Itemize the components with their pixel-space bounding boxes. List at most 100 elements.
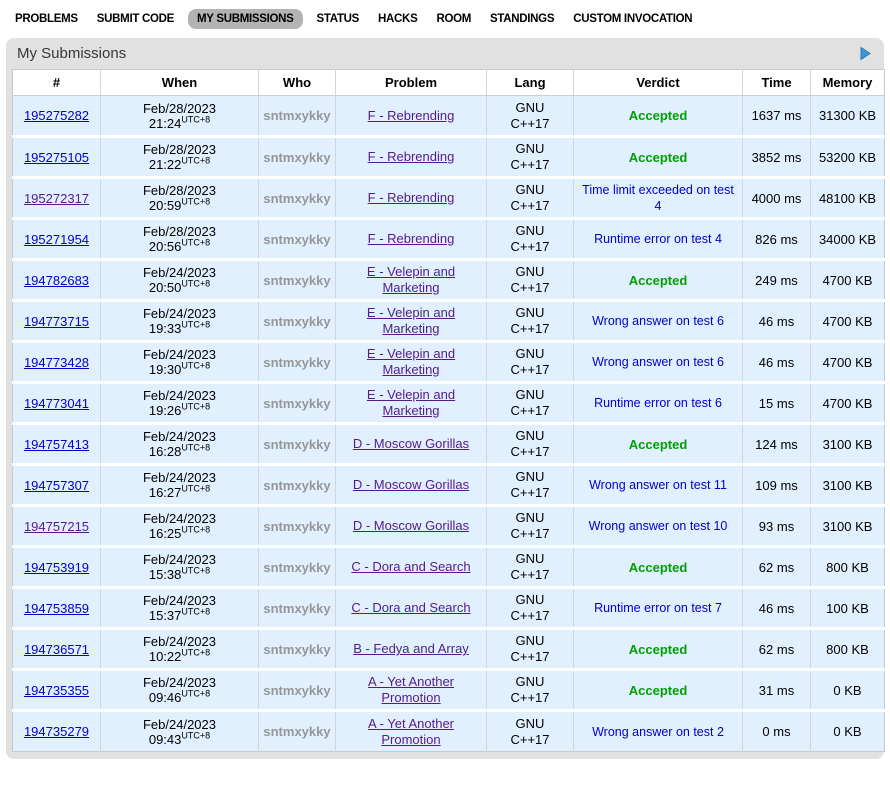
table-row: 195275105Feb/28/202321:22UTC+8sntmxykkyF…	[13, 137, 885, 178]
submission-time: 16:28UTC+8	[104, 444, 255, 459]
submission-time: 15:37UTC+8	[104, 608, 255, 623]
user-handle-link[interactable]: sntmxykky	[263, 355, 330, 370]
time-cell: 1637 ms	[743, 96, 811, 137]
user-handle-link[interactable]: sntmxykky	[263, 601, 330, 616]
problem-link[interactable]: A - Yet Another Promotion	[341, 674, 481, 706]
submission-id-link[interactable]: 194753859	[24, 601, 89, 616]
problem-link[interactable]: F - Rebrending	[368, 149, 455, 165]
language-label: GNU C++17	[504, 469, 556, 501]
nav-tab-custom-invocation[interactable]: CUSTOM INVOCATION	[568, 9, 697, 29]
submission-id-link[interactable]: 194757215	[24, 519, 89, 534]
submission-id-link[interactable]: 194757307	[24, 478, 89, 493]
nav-tab-status[interactable]: STATUS	[312, 9, 365, 29]
submission-id-link[interactable]: 194773715	[24, 314, 89, 329]
caption-bar: My Submissions	[12, 43, 878, 69]
memory-cell: 100 KB	[811, 588, 885, 629]
timezone-label: UTC+8	[181, 320, 210, 330]
nav-tab-room[interactable]: ROOM	[431, 9, 476, 29]
submission-date: Feb/24/2023	[104, 552, 255, 567]
problem-cell: A - Yet Another Promotion	[336, 670, 487, 711]
memory-cell: 31300 KB	[811, 96, 885, 137]
verdict-cell: Wrong answer on test 2	[574, 711, 743, 752]
submission-id-link[interactable]: 194773428	[24, 355, 89, 370]
problem-link[interactable]: C - Dora and Search	[351, 600, 470, 616]
table-row: 194757215Feb/24/202316:25UTC+8sntmxykkyD…	[13, 506, 885, 547]
submission-id-link[interactable]: 194736571	[24, 642, 89, 657]
who-cell: sntmxykky	[259, 711, 336, 752]
submission-id-link[interactable]: 195275105	[24, 150, 89, 165]
submission-id-link[interactable]: 194735355	[24, 683, 89, 698]
user-handle-link[interactable]: sntmxykky	[263, 150, 330, 165]
user-handle-link[interactable]: sntmxykky	[263, 519, 330, 534]
problem-link[interactable]: B - Fedya and Array	[353, 641, 469, 657]
verdict-label: Wrong answer on test 2	[592, 724, 724, 740]
verdict-cell: Wrong answer on test 6	[574, 301, 743, 342]
submission-date: Feb/24/2023	[104, 429, 255, 444]
language-label: GNU C++17	[504, 633, 556, 665]
user-handle-link[interactable]: sntmxykky	[263, 232, 330, 247]
user-handle-link[interactable]: sntmxykky	[263, 191, 330, 206]
column-header-memory: Memory	[811, 70, 885, 96]
problem-cell: A - Yet Another Promotion	[336, 711, 487, 752]
problem-link[interactable]: F - Rebrending	[368, 108, 455, 124]
problem-link[interactable]: E - Velepin and Marketing	[341, 305, 481, 337]
nav-tab-submit-code[interactable]: SUBMIT CODE	[92, 9, 179, 29]
verdict-cell: Wrong answer on test 11	[574, 465, 743, 506]
problem-link[interactable]: D - Moscow Gorillas	[353, 436, 469, 452]
user-handle-link[interactable]: sntmxykky	[263, 314, 330, 329]
nav-tab-problems[interactable]: PROBLEMS	[10, 9, 83, 29]
verdict-cell: Wrong answer on test 10	[574, 506, 743, 547]
problem-link[interactable]: A - Yet Another Promotion	[341, 716, 481, 748]
problem-cell: E - Velepin and Marketing	[336, 260, 487, 301]
submission-date: Feb/24/2023	[104, 511, 255, 526]
verdict-cell: Accepted	[574, 260, 743, 301]
verdict-cell: Runtime error on test 4	[574, 219, 743, 260]
user-handle-link[interactable]: sntmxykky	[263, 437, 330, 452]
problem-link[interactable]: F - Rebrending	[368, 231, 455, 247]
nav-tab-my-submissions[interactable]: MY SUBMISSIONS	[188, 9, 303, 29]
verdict-cell: Accepted	[574, 629, 743, 670]
problem-cell: E - Velepin and Marketing	[336, 342, 487, 383]
nav-tab-standings[interactable]: STANDINGS	[485, 9, 559, 29]
submissions-table: #WhenWhoProblemLangVerdictTimeMemory 195…	[12, 69, 885, 752]
problem-link[interactable]: E - Velepin and Marketing	[341, 387, 481, 419]
when-cell: Feb/24/202319:26UTC+8	[101, 383, 259, 424]
expand-arrow-icon[interactable]	[859, 46, 872, 61]
user-handle-link[interactable]: sntmxykky	[263, 396, 330, 411]
problem-link[interactable]: C - Dora and Search	[351, 559, 470, 575]
when-cell: Feb/24/202319:33UTC+8	[101, 301, 259, 342]
user-handle-link[interactable]: sntmxykky	[263, 273, 330, 288]
submission-id-link[interactable]: 194735279	[24, 724, 89, 739]
submission-id-link[interactable]: 194757413	[24, 437, 89, 452]
submission-id-link[interactable]: 194773041	[24, 396, 89, 411]
submission-id-link[interactable]: 195271954	[24, 232, 89, 247]
language-label: GNU C++17	[504, 182, 556, 214]
problem-link[interactable]: E - Velepin and Marketing	[341, 264, 481, 296]
submission-id-cell: 194773715	[13, 301, 101, 342]
who-cell: sntmxykky	[259, 424, 336, 465]
user-handle-link[interactable]: sntmxykky	[263, 560, 330, 575]
submission-id-link[interactable]: 194782683	[24, 273, 89, 288]
submission-time: 09:46UTC+8	[104, 690, 255, 705]
nav-tab-hacks[interactable]: HACKS	[373, 9, 422, 29]
verdict-label: Runtime error on test 4	[594, 231, 722, 247]
time-cell: 46 ms	[743, 588, 811, 629]
submission-id-link[interactable]: 195275282	[24, 108, 89, 123]
problem-link[interactable]: D - Moscow Gorillas	[353, 518, 469, 534]
user-handle-link[interactable]: sntmxykky	[263, 478, 330, 493]
problem-link[interactable]: F - Rebrending	[368, 190, 455, 206]
user-handle-link[interactable]: sntmxykky	[263, 683, 330, 698]
submission-date: Feb/28/2023	[104, 224, 255, 239]
memory-cell: 4700 KB	[811, 301, 885, 342]
user-handle-link[interactable]: sntmxykky	[263, 724, 330, 739]
user-handle-link[interactable]: sntmxykky	[263, 108, 330, 123]
problem-link[interactable]: E - Velepin and Marketing	[341, 346, 481, 378]
submission-id-link[interactable]: 194753919	[24, 560, 89, 575]
user-handle-link[interactable]: sntmxykky	[263, 642, 330, 657]
submission-id-link[interactable]: 195272317	[24, 191, 89, 206]
when-cell: Feb/24/202309:43UTC+8	[101, 711, 259, 752]
problem-link[interactable]: D - Moscow Gorillas	[353, 477, 469, 493]
table-row: 194757413 Feb/24/202316:28UTC+8 sntmxykky D…	[13, 424, 885, 465]
problem-cell: D - Moscow Gorillas	[336, 506, 487, 547]
who-cell: sntmxykky	[259, 96, 336, 137]
